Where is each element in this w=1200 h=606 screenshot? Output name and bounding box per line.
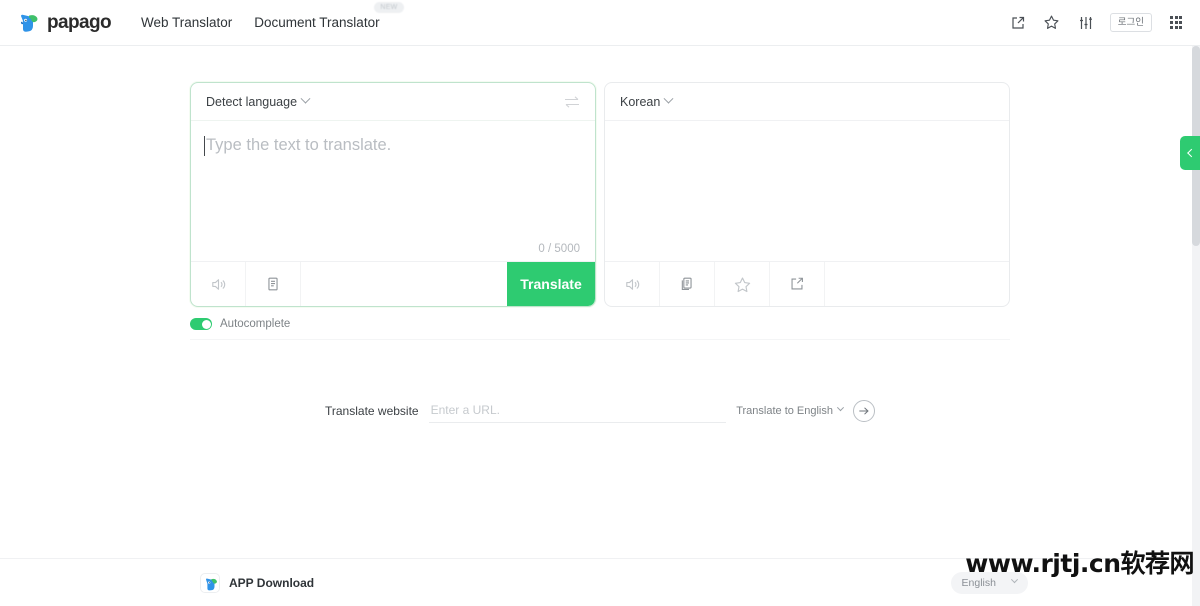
star-icon[interactable] bbox=[715, 262, 770, 306]
source-language-label: Detect language bbox=[206, 94, 298, 109]
speaker-icon[interactable] bbox=[605, 262, 660, 306]
website-translate-go-button[interactable] bbox=[853, 399, 875, 422]
translate-button[interactable]: Translate bbox=[507, 262, 595, 306]
autocomplete-row: Autocomplete bbox=[190, 318, 1010, 340]
nav-link-web-translator[interactable]: Web Translator bbox=[141, 15, 232, 30]
source-placeholder: Type the text to translate. bbox=[204, 136, 392, 156]
source-text-area[interactable]: Type the text to translate. 0 / 5000 bbox=[191, 121, 595, 261]
papago-parrot-icon bbox=[18, 12, 40, 34]
star-icon[interactable] bbox=[1042, 13, 1062, 33]
website-target-language-selector[interactable]: Translate to English bbox=[736, 404, 845, 417]
character-counter: 0 / 5000 bbox=[538, 243, 580, 255]
nav-link-document-translator-label: Document Translator bbox=[254, 15, 380, 30]
login-button[interactable]: 로그인 bbox=[1109, 12, 1152, 33]
target-panel-toolbar bbox=[605, 261, 1009, 306]
papago-wordmark: papago bbox=[47, 11, 112, 33]
target-language-selector[interactable]: Korean bbox=[620, 93, 674, 109]
nav-link-document-translator[interactable]: Document Translator NEW bbox=[254, 2, 404, 30]
target-panel-header: Korean bbox=[605, 83, 1009, 121]
papago-logo[interactable]: papago bbox=[18, 11, 112, 34]
app-download-label: APP Download bbox=[229, 575, 315, 590]
translate-website-label: Translate website bbox=[325, 403, 419, 418]
share-icon[interactable] bbox=[1008, 13, 1028, 33]
copy-icon[interactable] bbox=[660, 262, 715, 306]
speaker-icon[interactable] bbox=[191, 262, 246, 306]
nav-link-web-translator-label: Web Translator bbox=[140, 15, 233, 30]
app-download-link[interactable]: APP Download bbox=[200, 572, 315, 593]
target-text-area bbox=[605, 121, 1009, 261]
chevron-down-icon bbox=[300, 93, 311, 104]
chevron-down-icon bbox=[663, 93, 674, 104]
nav-links: Web Translator Document Translator NEW bbox=[141, 2, 404, 30]
translator-panels: Detect language Type the text to transla… bbox=[190, 82, 1010, 307]
website-target-language-label: Translate to English bbox=[736, 404, 833, 417]
side-panel-toggle[interactable] bbox=[1180, 136, 1200, 170]
source-panel-header: Detect language bbox=[191, 83, 595, 121]
share-icon[interactable] bbox=[770, 262, 825, 306]
target-panel: Korean bbox=[604, 82, 1010, 307]
autocomplete-toggle[interactable] bbox=[190, 318, 212, 330]
papago-app-icon bbox=[200, 572, 220, 593]
sliders-icon[interactable] bbox=[1076, 13, 1096, 33]
autocomplete-label: Autocomplete bbox=[220, 318, 291, 330]
source-panel: Detect language Type the text to transla… bbox=[190, 82, 596, 307]
watermark: www.rjtj.cn软荐网 bbox=[965, 549, 1194, 578]
website-translate-row: Translate website Translate to English bbox=[325, 398, 875, 423]
swap-languages-button[interactable] bbox=[564, 95, 580, 109]
copy-icon[interactable] bbox=[246, 262, 301, 306]
source-language-selector[interactable]: Detect language bbox=[206, 93, 311, 109]
url-input[interactable] bbox=[428, 398, 727, 423]
chevron-left-icon bbox=[1187, 148, 1196, 158]
nav-right-actions: 로그인 bbox=[1008, 12, 1186, 33]
text-cursor bbox=[204, 136, 205, 156]
main-content: Detect language Type the text to transla… bbox=[0, 82, 1200, 423]
top-navigation-bar: papago Web Translator Document Translato… bbox=[0, 0, 1200, 46]
source-panel-toolbar: Translate bbox=[191, 261, 595, 306]
new-badge: NEW bbox=[374, 2, 404, 13]
chevron-down-icon bbox=[836, 404, 845, 412]
target-language-label: Korean bbox=[620, 94, 661, 109]
grid-apps-icon[interactable] bbox=[1166, 13, 1186, 33]
page-scrollbar[interactable] bbox=[1192, 46, 1200, 606]
